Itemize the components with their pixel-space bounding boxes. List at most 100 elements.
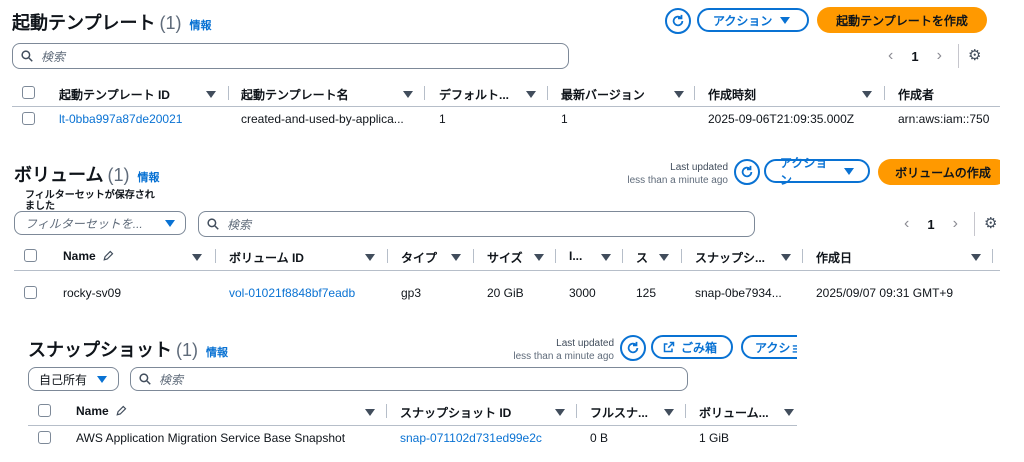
column-header-type[interactable]: タイプ (401, 249, 437, 266)
page-title: スナップショット (28, 340, 172, 360)
column-divider (386, 404, 387, 418)
refresh-button[interactable] (665, 8, 691, 34)
refresh-icon (672, 14, 684, 27)
caret-down-icon (780, 16, 791, 24)
sort-caret-icon[interactable] (555, 409, 565, 416)
column-header-volume-id[interactable]: ボリューム ID (229, 249, 304, 266)
column-divider (228, 86, 229, 100)
last-updated-label: Last updated (556, 338, 614, 349)
caret-down-icon (97, 375, 108, 383)
last-updated-time: less than a minute ago (513, 351, 614, 362)
create-volume-button[interactable]: ボリュームの作成 (878, 159, 1000, 185)
create-launch-template-button[interactable]: 起動テンプレートを作成 (817, 7, 987, 33)
column-header-template-name[interactable]: 起動テンプレート名 (241, 86, 349, 103)
volume-snapshot: snap-0be7934... (695, 286, 782, 300)
refresh-icon (741, 165, 753, 178)
pencil-icon (116, 405, 127, 416)
column-header-created-date[interactable]: 作成日 (816, 249, 852, 266)
gear-icon[interactable]: ⚙ (968, 46, 981, 64)
page-number[interactable]: 1 (911, 49, 918, 64)
column-header-template-id[interactable]: 起動テンプレート ID (59, 86, 170, 103)
info-link[interactable]: 情報 (189, 20, 211, 32)
saved-filter-select[interactable]: フィルターセットを... (14, 211, 186, 235)
chevron-left-icon[interactable]: ‹ (888, 47, 893, 65)
column-header-default[interactable]: デフォルト... (439, 86, 509, 103)
column-header-size[interactable]: サイズ (487, 249, 523, 266)
recycle-bin-button[interactable]: ごみ箱 (651, 335, 733, 359)
row-checkbox[interactable] (22, 112, 35, 125)
chevron-right-icon[interactable]: › (953, 215, 958, 233)
sort-caret-icon[interactable] (206, 91, 216, 98)
pencil-icon (103, 250, 114, 261)
column-header-name[interactable]: Name (63, 249, 114, 263)
owner-filter-value: 自己所有 (39, 372, 88, 387)
snapshot-id-link[interactable]: snap-071102d731ed99e2c (400, 431, 542, 445)
volume-id-link[interactable]: vol-01021f8848bf7eadb (229, 286, 355, 300)
chevron-left-icon[interactable]: ‹ (904, 215, 909, 233)
column-header-iops[interactable]: I... (569, 249, 582, 263)
refresh-button[interactable] (734, 159, 760, 185)
actions-label: アクション (713, 13, 773, 28)
template-id-link[interactable]: lt-0bba997a87de20021 (59, 112, 182, 126)
volume-size: 1 GiB (699, 431, 730, 445)
sort-caret-icon[interactable] (784, 409, 794, 416)
sort-caret-icon[interactable] (403, 91, 413, 98)
column-divider (694, 86, 695, 100)
external-link-icon (663, 341, 675, 353)
refresh-button[interactable] (620, 335, 646, 361)
column-header-volume-size[interactable]: ボリューム... (699, 404, 769, 421)
item-count: (1) (176, 340, 198, 360)
select-all-checkbox[interactable] (24, 249, 37, 262)
sort-caret-icon[interactable] (534, 254, 544, 261)
column-divider (387, 249, 388, 263)
sort-caret-icon[interactable] (601, 254, 611, 261)
snapshots-header: スナップショット (1) 情報 (28, 336, 228, 362)
column-header-latest-version[interactable]: 最新バージョン (561, 86, 645, 103)
item-count: (1) (159, 13, 182, 33)
pagination: ‹ 1 › (888, 47, 942, 65)
sort-caret-icon[interactable] (674, 91, 684, 98)
caret-down-icon (844, 167, 854, 175)
sort-caret-icon[interactable] (971, 254, 981, 261)
column-divider (622, 249, 623, 263)
info-link[interactable]: 情報 (206, 347, 228, 359)
column-header-snapshot-id[interactable]: スナップショット ID (400, 404, 511, 421)
sort-caret-icon[interactable] (365, 409, 375, 416)
chevron-right-icon[interactable]: › (937, 47, 942, 65)
actions-button[interactable]: アクショ (741, 335, 797, 359)
row-checkbox[interactable] (38, 431, 51, 444)
column-header-snapshot[interactable]: スナップシ... (695, 249, 765, 266)
gear-icon[interactable]: ⚙ (984, 214, 997, 232)
column-divider (547, 86, 548, 100)
select-all-checkbox[interactable] (38, 404, 51, 417)
actions-label: アクショ (755, 340, 797, 355)
column-header-created-time[interactable]: 作成時刻 (708, 86, 756, 103)
actions-button[interactable]: アクション (764, 156, 870, 187)
sort-caret-icon[interactable] (192, 254, 202, 261)
sort-caret-icon[interactable] (659, 254, 669, 261)
header-divider (14, 270, 1000, 271)
owner-filter-select[interactable]: 自己所有 (28, 367, 119, 391)
sort-caret-icon[interactable] (451, 254, 461, 261)
actions-button[interactable]: アクション (697, 8, 809, 32)
created-by: arn:aws:iam::750 (898, 112, 990, 126)
column-header-name[interactable]: Name (76, 404, 127, 418)
info-link[interactable]: 情報 (137, 172, 159, 184)
page-number[interactable]: 1 (927, 217, 934, 232)
volume-created-date: 2025/09/07 09:31 GMT+9 (816, 286, 954, 300)
select-all-checkbox[interactable] (22, 86, 35, 99)
volumes-header: ボリューム (1) 情報 (14, 161, 159, 187)
sort-caret-icon[interactable] (526, 91, 536, 98)
column-header-throughput[interactable]: ス (636, 249, 648, 266)
sort-caret-icon[interactable] (664, 409, 674, 416)
row-checkbox[interactable] (24, 286, 37, 299)
column-header-created-by[interactable]: 作成者 (898, 86, 934, 103)
search-input[interactable]: 検索 (12, 43, 569, 69)
search-input[interactable]: 検索 (130, 367, 688, 391)
sort-caret-icon[interactable] (781, 254, 791, 261)
column-divider (681, 249, 682, 263)
sort-caret-icon[interactable] (862, 91, 872, 98)
column-header-full-snapshot-size[interactable]: フルスナ... (590, 404, 648, 421)
sort-caret-icon[interactable] (365, 254, 375, 261)
search-input[interactable]: 検索 (198, 211, 755, 237)
